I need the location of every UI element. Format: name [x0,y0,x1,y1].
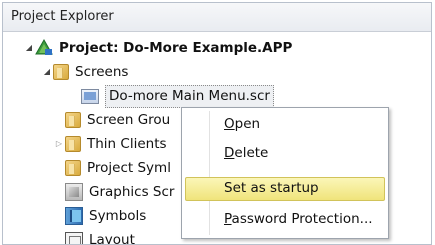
folder-icon [65,112,81,128]
menu-item-password-protection[interactable]: Password Protection... [224,209,373,229]
folder-icon [53,64,69,80]
tree-item-screen-groups[interactable]: Screen Grou [53,108,170,132]
menu-gutter-divider [209,111,210,235]
screen-groups-label: Screen Grou [87,112,171,128]
tree-item-symbols[interactable]: Symbols [53,204,146,228]
menu-item-delete[interactable]: Delete [224,143,268,163]
tree-item-thin-clients[interactable]: ▷ Thin Clients [53,132,167,156]
graphics-screens-label: Graphics Scr [89,184,175,200]
tree-item-screens[interactable]: ◢ Screens [41,60,128,84]
tree-item-main-menu[interactable]: Do-more Main Menu.scr [81,84,274,108]
menu-item-open[interactable]: Open [224,114,260,134]
layout-label: Layout [89,232,135,245]
panel-title: Project Explorer [3,3,431,32]
symbols-label: Symbols [89,208,147,224]
tree-item-layout[interactable]: Layout [53,228,135,245]
graphics-icon [65,183,83,201]
screen-file-icon [81,88,99,104]
tree-item-project-symbols[interactable]: Project Syml [53,156,171,180]
expanded-arrow-icon[interactable]: ◢ [23,36,35,60]
project-label: Project: Do-More Example.APP [59,40,293,56]
expanded-arrow-icon[interactable]: ◢ [41,60,53,84]
project-icon [35,38,53,57]
symbols-icon [65,207,83,225]
screens-label: Screens [75,64,129,80]
layout-icon [65,232,83,244]
main-menu-label: Do-more Main Menu.scr [105,84,274,108]
context-menu: Open Delete Set as startup Password Prot… [181,107,389,239]
thin-clients-label: Thin Clients [87,136,167,152]
tree-item-project[interactable]: ◢ Project: Do-More Example.APP [23,36,292,60]
collapsed-arrow-icon[interactable]: ▷ [53,132,65,156]
menu-item-set-as-startup[interactable]: Set as startup [224,178,319,198]
tree-item-graphics-screens[interactable]: Graphics Scr [53,180,174,204]
folder-icon [65,160,81,176]
project-symbols-label: Project Syml [87,160,171,176]
folder-icon [65,136,81,152]
